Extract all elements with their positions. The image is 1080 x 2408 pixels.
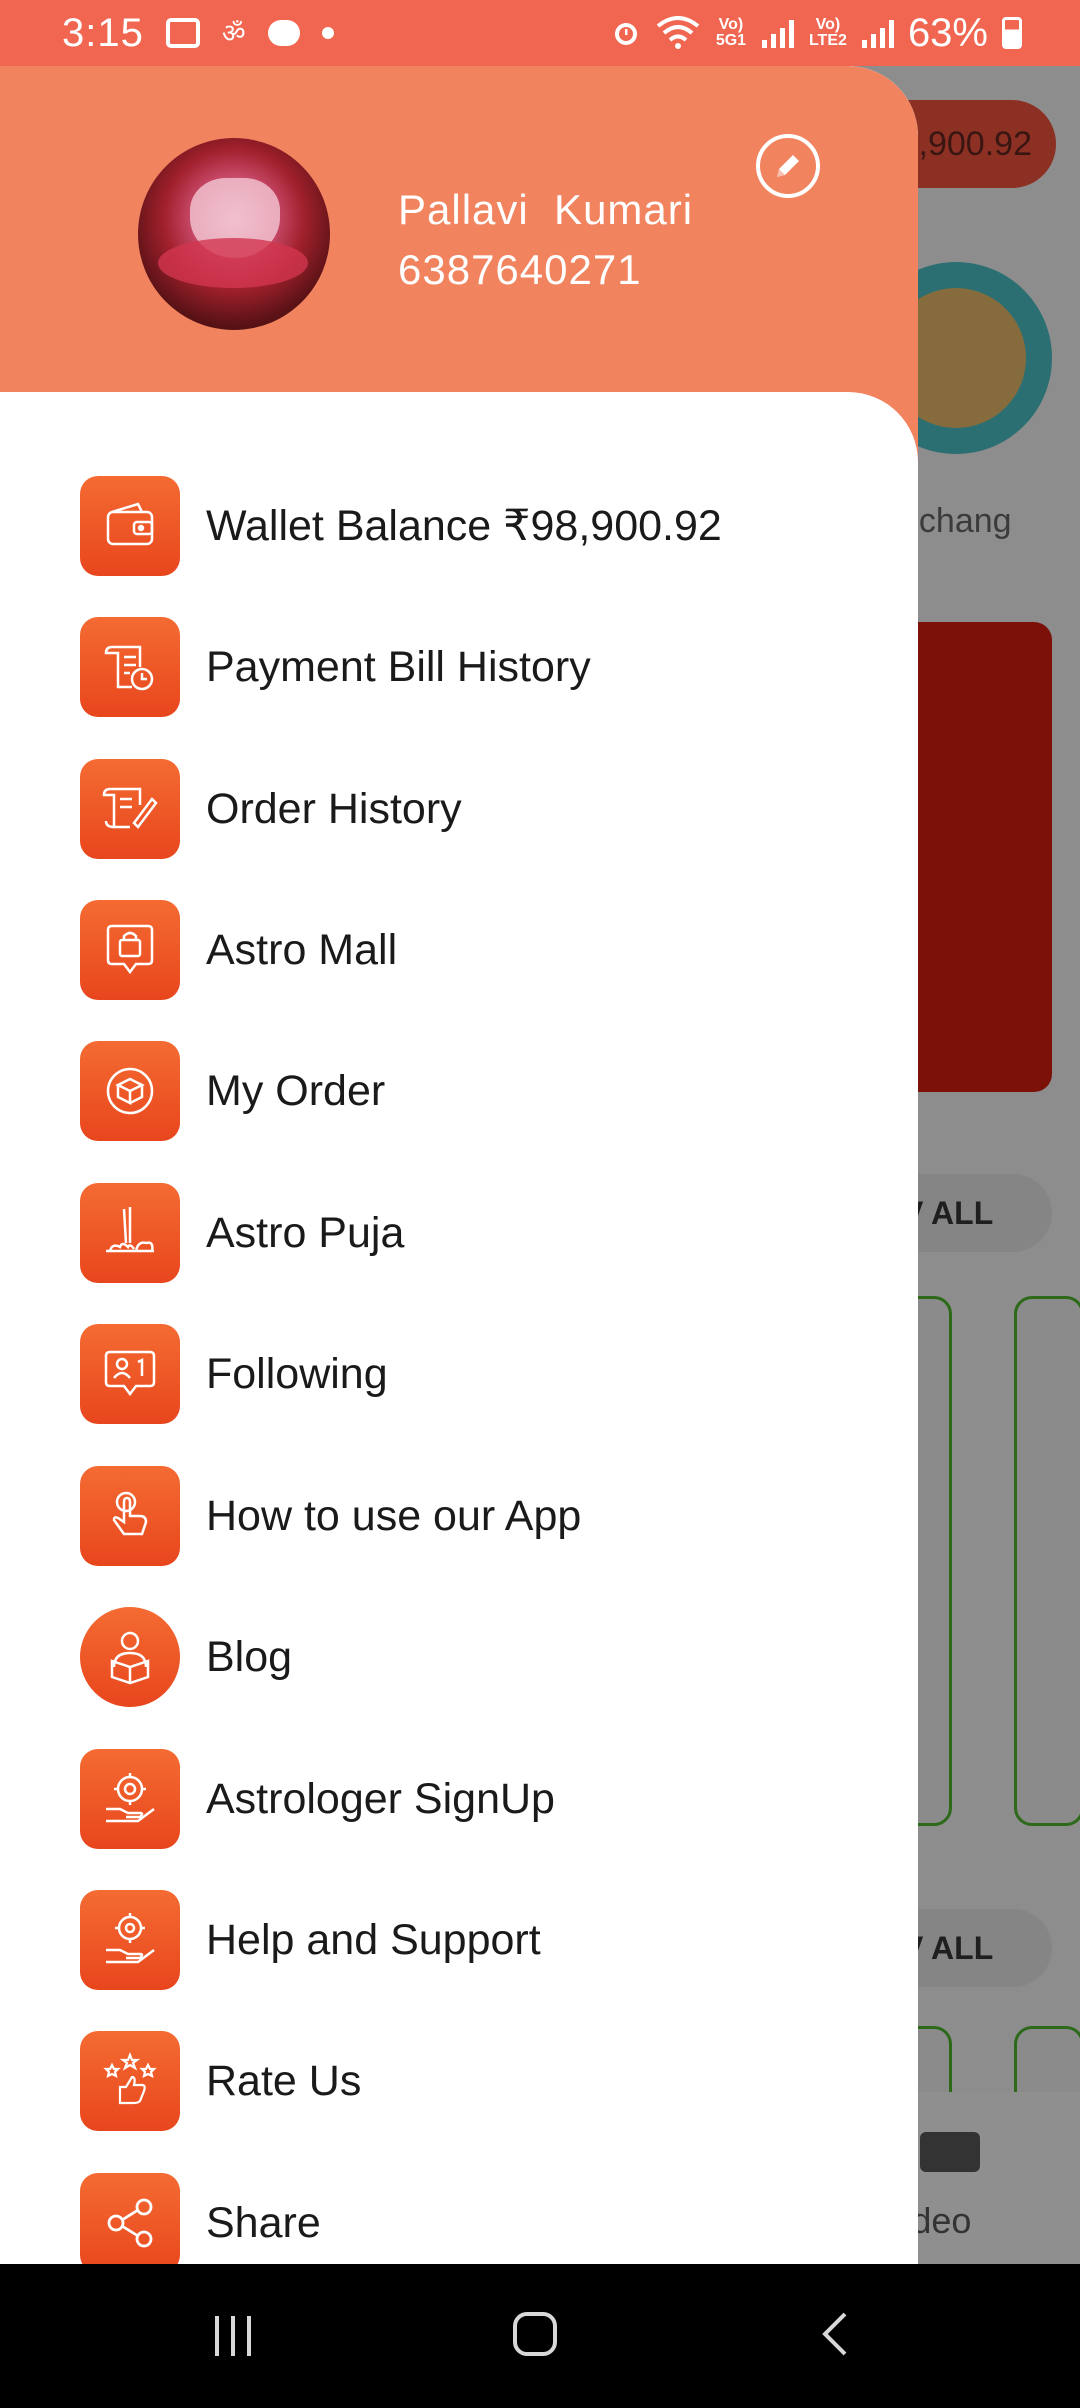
menu-item-share[interactable]: Share (0, 2163, 918, 2264)
rate-stars-icon (80, 2031, 180, 2131)
menu-item-how-to-use[interactable]: How to use our App (0, 1456, 918, 1576)
menu-item-payment-bill-history[interactable]: Payment Bill History (0, 607, 918, 727)
system-nav-bar (0, 2264, 1080, 2408)
recents-button[interactable] (188, 2296, 278, 2376)
drawer-header: Pallavi Kumari 6387640271 (0, 66, 918, 392)
menu-label-how-to-use: How to use our App (206, 1491, 582, 1540)
shopping-bag-icon (80, 900, 180, 1000)
pencil-icon (777, 155, 799, 177)
menu-item-astrologer-signup[interactable]: Astrologer SignUp (0, 1739, 918, 1859)
menu-label-my-order: My Order (206, 1066, 386, 1115)
menu-label-astro-puja: Astro Puja (206, 1208, 405, 1257)
background-card (1014, 1296, 1080, 1826)
back-icon (822, 2312, 847, 2356)
menu-label-astrologer-signup: Astrologer SignUp (206, 1774, 555, 1823)
support-icon (80, 1890, 180, 1990)
package-icon (80, 1041, 180, 1141)
network-1-label: Vo) 5G1 (715, 16, 747, 49)
menu-item-astro-mall[interactable]: Astro Mall (0, 890, 918, 1010)
avatar[interactable] (138, 138, 330, 330)
menu-item-rate-us[interactable]: Rate Us (0, 2021, 918, 2141)
signal-icon (861, 18, 894, 48)
network-2-label: Vo) LTE2 (808, 16, 847, 49)
menu-label-help-support: Help and Support (206, 1915, 541, 1964)
menu-item-help-support[interactable]: Help and Support (0, 1880, 918, 2000)
alarm-icon (614, 23, 637, 45)
navigation-drawer: Pallavi Kumari 6387640271 Wallet Balance… (0, 66, 918, 2264)
order-history-icon (80, 759, 180, 859)
wifi-icon (656, 16, 700, 49)
menu-label-astro-mall: Astro Mall (206, 925, 398, 974)
share-icon (80, 2173, 180, 2264)
menu-label-blog: Blog (206, 1632, 293, 1681)
chat-icon (267, 20, 300, 46)
video-icon (920, 2132, 980, 2172)
signal-icon (761, 18, 794, 48)
home-button[interactable] (490, 2296, 580, 2376)
menu-label-rate-us: Rate Us (206, 2056, 362, 2105)
om-icon: ॐ (221, 18, 246, 48)
menu-item-following[interactable]: Following (0, 1314, 918, 1434)
user-name: Pallavi Kumari (398, 186, 694, 233)
menu-label-following: Following (206, 1349, 388, 1398)
puja-icon (80, 1183, 180, 1283)
menu-label-order-history: Order History (206, 784, 462, 833)
status-bar: 3:15 ॐ Vo) 5G1 Vo) LTE2 63% (0, 0, 1080, 66)
recents-icon (215, 2316, 251, 2356)
edit-profile-button[interactable] (756, 134, 820, 198)
battery-icon (1002, 17, 1022, 49)
wallet-icon (80, 476, 180, 576)
menu-label-share: Share (206, 2198, 321, 2247)
menu-item-astro-puja[interactable]: Astro Puja (0, 1173, 918, 1293)
tap-hand-icon (80, 1466, 180, 1566)
user-phone: 6387640271 (398, 246, 642, 293)
battery-percent: 63% (907, 10, 988, 55)
following-icon (80, 1324, 180, 1424)
menu-label-wallet: Wallet Balance ₹98,900.92 (206, 502, 722, 550)
menu-label-payment-bill-history: Payment Bill History (206, 642, 591, 691)
back-button[interactable] (792, 2296, 882, 2376)
menu-item-order-history[interactable]: Order History (0, 749, 918, 869)
status-time: 3:15 (62, 10, 144, 55)
gallery-icon (165, 18, 200, 48)
dot-icon (321, 27, 334, 39)
bill-history-icon (80, 617, 180, 717)
banner (900, 622, 1052, 1092)
astrologer-icon (80, 1749, 180, 1849)
blog-reader-icon (80, 1607, 180, 1707)
home-icon (513, 2312, 557, 2356)
menu-item-my-order[interactable]: My Order (0, 1031, 918, 1151)
menu-item-wallet[interactable]: Wallet Balance ₹98,900.92 (0, 466, 918, 586)
menu-item-blog[interactable]: Blog (0, 1597, 918, 1717)
